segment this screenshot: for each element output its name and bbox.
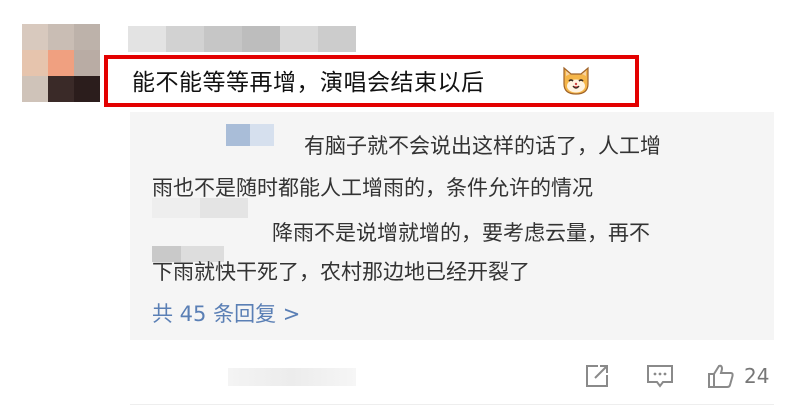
reply-1-line-1: 有脑子就不会说出这样的话了，人工增 [304,134,661,158]
cat-face-emoji [563,66,589,95]
comment-icon[interactable] [645,362,675,390]
reply-user-blurred[interactable] [152,198,248,218]
username-blurred[interactable] [128,26,358,52]
thumbs-up-icon[interactable] [706,362,736,390]
share-icon[interactable] [583,362,611,390]
like-count: 24 [744,364,770,388]
avatar[interactable] [22,24,100,102]
more-replies-link[interactable]: 共 45 条回复 > [152,298,300,328]
reply-user-blurred[interactable] [226,124,274,146]
reply-2-line-2: 下雨就快干死了，农村那边地已经开裂了 [152,260,530,284]
timestamp-blurred [228,368,356,386]
reply-2-line-1: 降雨不是说增就增的，要考虑云量，再不 [272,221,650,245]
comment-text: 能不能等等再增，演唱会结束以后 [132,70,485,96]
divider [130,404,774,405]
